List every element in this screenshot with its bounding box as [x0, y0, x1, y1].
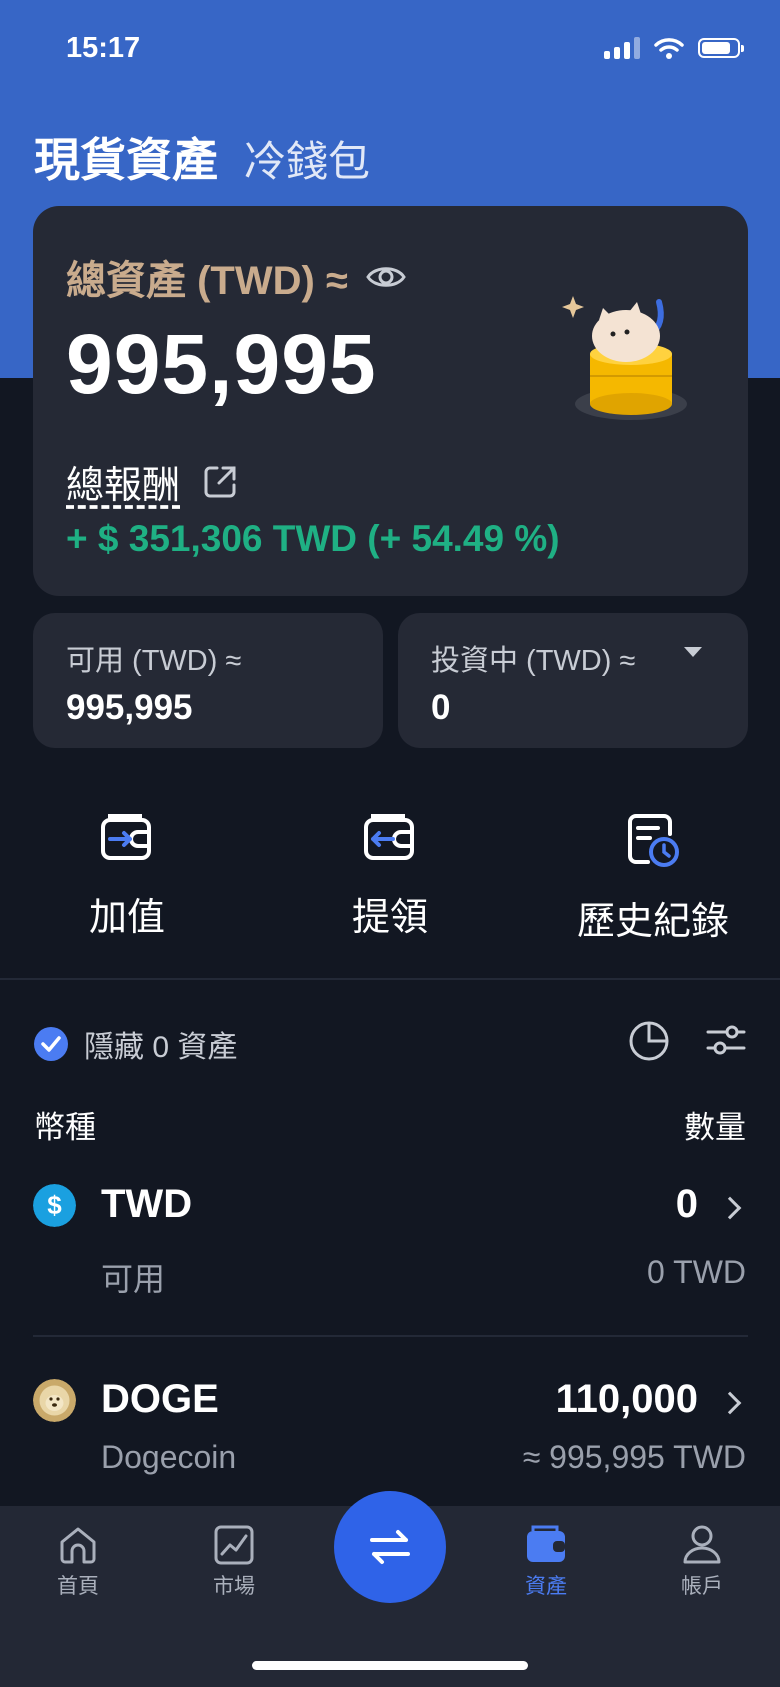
currency-column-header: 幣種	[34, 1110, 96, 1145]
eye-icon[interactable]	[366, 263, 406, 291]
total-reward-row[interactable]: 總報酬	[66, 454, 238, 509]
hide-zero-assets-label: 隱藏 0 資產	[84, 1031, 238, 1064]
hide-zero-assets-toggle[interactable]: 隱藏 0 資產	[34, 1022, 237, 1066]
history-label: 歷史紀錄	[576, 901, 729, 943]
asset-amount: 110,000	[555, 1377, 698, 1421]
investing-value: 0	[431, 688, 451, 727]
asset-amount: 0	[675, 1182, 698, 1226]
nav-item-account[interactable]: 帳戶	[652, 1524, 752, 1600]
cold-wallet-tab[interactable]: 冷錢包	[244, 128, 370, 189]
swap-arrows-icon	[370, 1530, 410, 1564]
chevron-right-icon[interactable]	[718, 1391, 742, 1415]
status-time: 15:17	[66, 32, 141, 64]
row-divider	[33, 1335, 748, 1337]
nav-label-home: 首頁	[57, 1575, 99, 1598]
section-divider	[0, 978, 780, 980]
cat-coin-mascot-icon	[562, 296, 687, 420]
asset-row-twd[interactable]: $ TWD 0 可用 0 TWD	[0, 1170, 780, 1300]
deposit-button[interactable]: 加值	[12, 812, 242, 941]
investing-balance-card[interactable]: 投資中 (TWD) ≈ 0	[398, 613, 748, 748]
user-icon	[683, 1525, 721, 1564]
market-chart-icon	[214, 1525, 254, 1565]
chevron-right-icon[interactable]	[718, 1196, 742, 1220]
nav-label-market: 市場	[213, 1575, 255, 1598]
nav-item-assets[interactable]: 資產	[496, 1524, 596, 1600]
svg-text:$: $	[47, 1190, 62, 1220]
wallet-withdraw-icon	[364, 814, 414, 860]
external-link-icon[interactable]	[202, 464, 238, 500]
page-title[interactable]: 現貨資產	[34, 124, 218, 190]
checkbox-checked-icon[interactable]	[34, 1027, 68, 1061]
swap-button[interactable]	[334, 1491, 446, 1603]
total-reward-label[interactable]: 總報酬	[66, 454, 180, 509]
dropdown-caret-icon[interactable]	[684, 647, 702, 657]
asset-symbol: TWD	[101, 1182, 193, 1226]
home-indicator	[252, 1661, 528, 1670]
deposit-label: 加值	[88, 897, 165, 939]
nav-label-assets: 資產	[525, 1575, 567, 1598]
investing-label: 投資中 (TWD) ≈	[431, 645, 636, 677]
wallet-icon	[527, 1525, 565, 1562]
status-icons	[604, 36, 744, 60]
available-label: 可用 (TWD) ≈	[66, 645, 242, 677]
withdraw-label: 提領	[351, 897, 428, 939]
home-icon	[60, 1527, 96, 1564]
available-value: 995,995	[66, 688, 193, 727]
asset-tools	[628, 1020, 746, 1062]
total-assets-card: 總資產 (TWD) ≈ 995,995 總報酬 + $ 351,306 TWD …	[33, 206, 748, 596]
asset-symbol: DOGE	[101, 1377, 219, 1421]
nav-item-home[interactable]: 首頁	[28, 1524, 128, 1600]
doge-coin-icon	[33, 1379, 76, 1422]
pie-chart-icon[interactable]	[628, 1020, 670, 1062]
wifi-icon	[654, 38, 684, 59]
history-button[interactable]: 歷史紀錄	[538, 812, 768, 945]
asset-row-doge[interactable]: DOGE 110,000 Dogecoin ≈ 995,995 TWD	[0, 1365, 780, 1505]
total-assets-label-row: 總資產 (TWD) ≈	[66, 248, 406, 306]
status-bar: 15:17	[0, 0, 780, 100]
asset-name: Dogecoin	[101, 1439, 237, 1475]
total-assets-label: 總資產 (TWD) ≈	[66, 259, 348, 303]
amount-column-header: 數量	[684, 1110, 746, 1145]
nav-item-market[interactable]: 市場	[184, 1524, 284, 1600]
available-balance-card: 可用 (TWD) ≈ 995,995	[33, 613, 383, 748]
filter-sliders-icon[interactable]	[706, 1020, 746, 1060]
withdraw-button[interactable]: 提領	[275, 812, 505, 941]
total-reward-value: + $ 351,306 TWD (+ 54.49 %)	[66, 518, 560, 559]
asset-value: 0 TWD	[647, 1254, 746, 1290]
history-doc-icon	[628, 814, 679, 867]
asset-value: ≈ 995,995 TWD	[522, 1439, 746, 1475]
battery-icon	[698, 38, 744, 58]
total-assets-value: 995,995	[66, 317, 377, 411]
wallet-deposit-icon	[101, 814, 151, 860]
nav-label-account: 帳戶	[681, 1575, 723, 1598]
cellular-signal-icon	[604, 37, 640, 59]
page-header: 現貨資產 冷錢包	[34, 124, 370, 190]
dollar-coin-icon: $	[33, 1184, 76, 1227]
asset-name: 可用	[101, 1261, 166, 1297]
